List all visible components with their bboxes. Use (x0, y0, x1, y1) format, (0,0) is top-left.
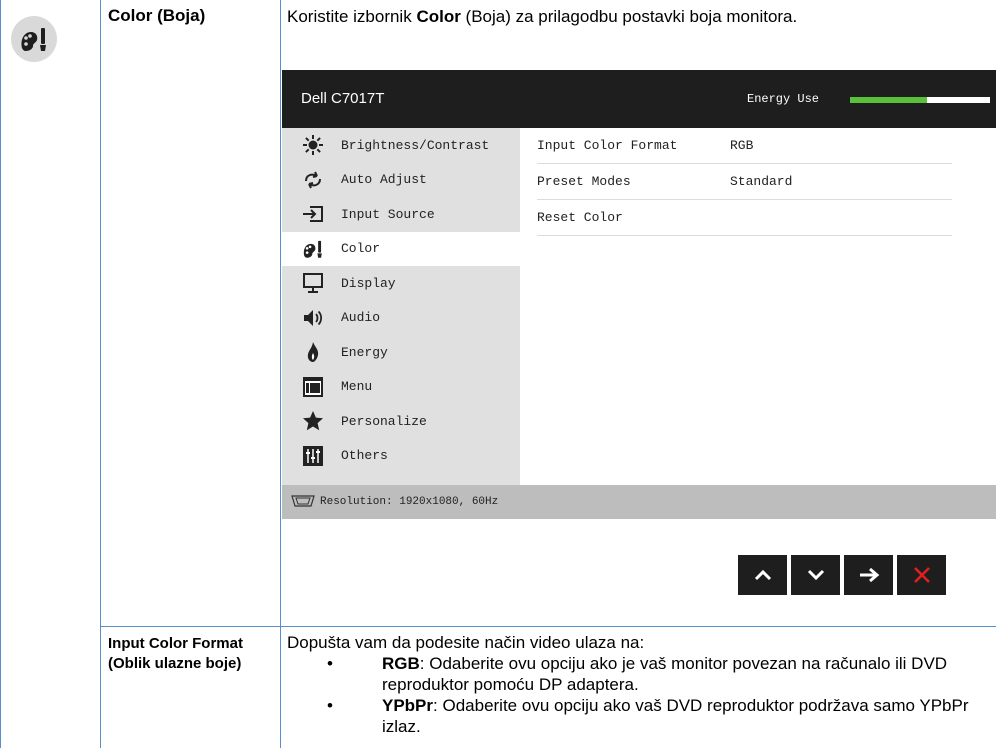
table-border-col2 (280, 0, 281, 748)
resolution-info: Resolution: 1920x1080, 60Hz (320, 496, 499, 508)
close-icon[interactable] (897, 555, 946, 595)
table-border-col1 (100, 0, 101, 748)
section-description: Koristite izbornik Color (Boja) za prila… (287, 7, 798, 26)
menu-item-display[interactable]: Display (282, 266, 520, 301)
setting-label: Preset Modes (537, 174, 631, 189)
menu-item-personalize[interactable]: Personalize (282, 404, 520, 439)
setting-label: Reset Color (537, 210, 623, 225)
subsection-title: Input Color Format (Oblik ulazne boje) (108, 635, 243, 672)
color-palette-icon (300, 238, 326, 260)
section-title: Color (Boja) (108, 6, 206, 25)
color-section-icon (11, 16, 57, 62)
bullet-rgb: • RGB: Odaberite ovu opciju ako je vaš mo… (327, 654, 948, 694)
table-row-divider (100, 626, 996, 627)
sliders-icon (300, 445, 326, 467)
sun-icon (300, 134, 326, 156)
osd-footer: Resolution: 1920x1080, 60Hz (282, 485, 996, 519)
flame-icon (300, 341, 326, 363)
setting-reset-color[interactable]: Reset Color (537, 200, 952, 236)
setting-label: Input Color Format (537, 138, 678, 153)
menu-window-icon (300, 376, 326, 398)
menu-item-label: Brightness/Contrast (341, 137, 490, 153)
setting-preset-modes[interactable]: Preset Modes Standard (537, 164, 952, 200)
down-arrow-icon[interactable] (791, 555, 840, 595)
menu-item-label: Audio (341, 310, 381, 326)
osd-menu: Dell C7017T Energy Use Brightness/Contra… (282, 70, 996, 519)
monitor-icon (300, 272, 326, 294)
display-connector-icon (291, 495, 315, 507)
bullet-ypbpr: • YPbPr: Odaberite ovu opciju ako vaš DVD… (327, 696, 969, 736)
subsection-description: Dopušta vam da podesite način video ulaz… (287, 632, 987, 737)
menu-item-brightness-contrast[interactable]: Brightness/Contrast (282, 128, 520, 163)
input-source-icon (300, 203, 326, 225)
setting-value: Standard (730, 174, 793, 189)
menu-item-label: Input Source (341, 206, 435, 222)
menu-item-others[interactable]: Others (282, 438, 520, 473)
osd-nav-buttons (567, 555, 996, 595)
osd-main-menu: Brightness/Contrast Auto Adjust Input Sour… (282, 128, 520, 473)
energy-use-label: Energy Use (747, 92, 820, 106)
setting-value: RGB (730, 138, 754, 153)
subsection-intro: Dopušta vam da podesite način video ulaz… (287, 633, 645, 652)
setting-input-color-format[interactable]: Input Color Format RGB (537, 128, 952, 164)
menu-item-energy[interactable]: Energy (282, 335, 520, 370)
menu-item-label: Display (341, 275, 396, 291)
menu-item-label: Others (341, 448, 388, 464)
menu-item-label: Auto Adjust (341, 172, 427, 188)
menu-item-auto-adjust[interactable]: Auto Adjust (282, 162, 520, 197)
osd-header: Dell C7017T Energy Use (282, 70, 996, 128)
auto-adjust-icon (300, 169, 326, 191)
menu-item-label: Color (341, 241, 381, 257)
menu-item-input-source[interactable]: Input Source (282, 197, 520, 232)
menu-item-color[interactable]: Color (282, 231, 520, 266)
up-arrow-icon[interactable] (738, 555, 787, 595)
star-icon (300, 410, 326, 432)
table-border-left (0, 0, 1, 748)
right-arrow-icon[interactable] (844, 555, 893, 595)
menu-item-menu[interactable]: Menu (282, 369, 520, 404)
menu-item-audio[interactable]: Audio (282, 300, 520, 335)
monitor-model: Dell C7017T (301, 90, 385, 107)
menu-item-label: Personalize (341, 413, 427, 429)
energy-use-bar (850, 97, 990, 103)
energy-use-fill (850, 97, 927, 103)
osd-submenu: Input Color Format RGB Preset Modes Stan… (520, 128, 996, 485)
menu-item-label: Menu (341, 379, 373, 395)
menu-item-label: Energy (341, 344, 388, 360)
speaker-icon (300, 307, 326, 329)
